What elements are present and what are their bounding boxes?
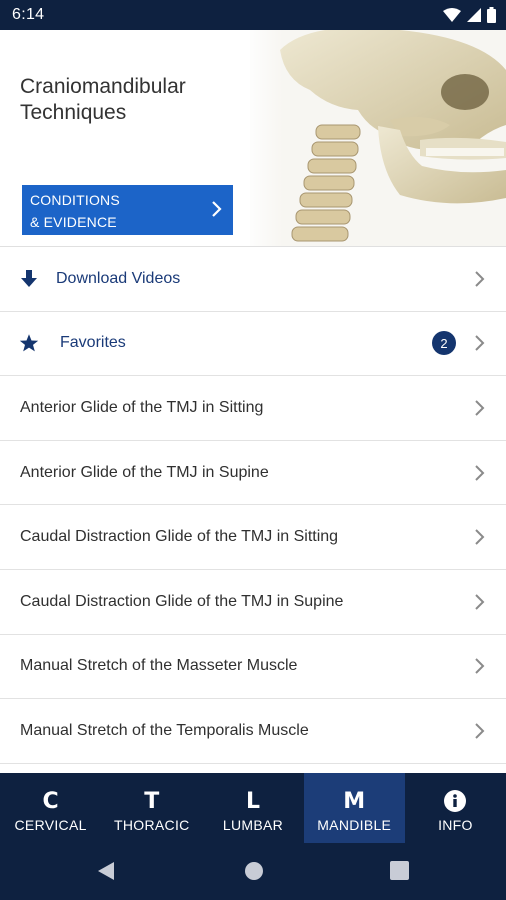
download-videos-row[interactable]: Download Videos (0, 247, 506, 312)
nav-tab-info[interactable]: INFO (405, 773, 506, 843)
status-time: 6:14 (12, 6, 45, 23)
nav-tab-label: LUMBAR (222, 817, 284, 833)
conditions-label-line1: CONDITIONS (30, 192, 120, 208)
list-item[interactable]: Caudal Distraction Glide of the TMJ in S… (0, 569, 506, 635)
nav-tab-cervical[interactable]: C CERVICAL (0, 773, 101, 843)
back-icon[interactable] (97, 861, 115, 881)
conditions-evidence-button[interactable]: CONDITIONS & EVIDENCE (22, 185, 233, 235)
star-icon (18, 332, 40, 354)
status-bar: 6:14 (0, 0, 506, 30)
list-item[interactable]: Manual Stretch of the Temporalis Muscle (0, 699, 506, 764)
favorites-row[interactable]: Favorites 2 (0, 311, 506, 377)
list-item-label: Manual Stretch of the Temporalis Muscle (20, 721, 309, 739)
technique-list: Download Videos Favorites 2 Anterior Gli… (0, 247, 506, 764)
info-icon (444, 790, 467, 812)
chevron-right-icon (475, 594, 485, 610)
header: Craniomandibular Techniques CONDITIONS &… (0, 30, 506, 247)
download-arrow-icon (18, 268, 40, 290)
bottom-navigation: C CERVICAL T THORACIC L LUMBAR M MANDIBL… (0, 773, 506, 843)
list-item-label: Caudal Distraction Glide of the TMJ in S… (20, 528, 339, 546)
chevron-right-icon (475, 271, 485, 287)
chevron-right-icon (475, 464, 485, 481)
list-item-label: Manual Stretch of the Masseter Muscle (20, 657, 298, 675)
nav-tab-mandible[interactable]: M MANDIBLE (303, 773, 405, 843)
nav-tab-letter: C (42, 789, 59, 814)
battery-icon (487, 7, 496, 23)
recents-icon[interactable] (390, 861, 409, 880)
chevron-right-icon (475, 658, 485, 675)
wifi-icon (443, 8, 461, 22)
download-videos-label: Download Videos (56, 269, 181, 287)
list-item-label: Anterior Glide of the TMJ in Sitting (20, 398, 264, 416)
nav-tab-lumbar[interactable]: L LUMBAR (202, 773, 303, 843)
chevron-right-icon (475, 335, 485, 352)
chevron-right-icon (475, 723, 485, 739)
nav-tab-label: CERVICAL (14, 817, 87, 833)
status-icons (443, 6, 496, 24)
chevron-right-icon (212, 201, 222, 217)
home-icon[interactable] (244, 861, 264, 881)
list-item[interactable]: Manual Stretch of the Masseter Muscle (0, 634, 506, 700)
list-item[interactable]: Anterior Glide of the TMJ in Supine (0, 440, 506, 506)
nav-tab-label: MANDIBLE (317, 817, 392, 833)
nav-tab-letter: T (144, 789, 160, 814)
nav-tab-letter: L (245, 789, 261, 814)
page-title: Craniomandibular Techniques (20, 75, 186, 124)
nav-tab-label: INFO (438, 817, 473, 833)
nav-tab-letter: M (343, 789, 366, 814)
system-navigation-bar (0, 843, 506, 900)
nav-tab-thoracic[interactable]: T THORACIC (101, 773, 202, 843)
signal-icon (467, 8, 481, 22)
list-item-label: Anterior Glide of the TMJ in Supine (20, 463, 269, 481)
favorites-count-badge: 2 (432, 331, 456, 356)
nav-tab-label: THORACIC (114, 817, 190, 833)
list-item-label: Caudal Distraction Glide of the TMJ in S… (20, 592, 344, 610)
list-item[interactable]: Anterior Glide of the TMJ in Sitting (0, 376, 506, 441)
chevron-right-icon (475, 529, 485, 545)
favorites-label: Favorites (60, 334, 126, 352)
list-item[interactable]: Caudal Distraction Glide of the TMJ in S… (0, 505, 506, 570)
conditions-label-line2: & EVIDENCE (30, 214, 117, 230)
chevron-right-icon (475, 400, 485, 416)
